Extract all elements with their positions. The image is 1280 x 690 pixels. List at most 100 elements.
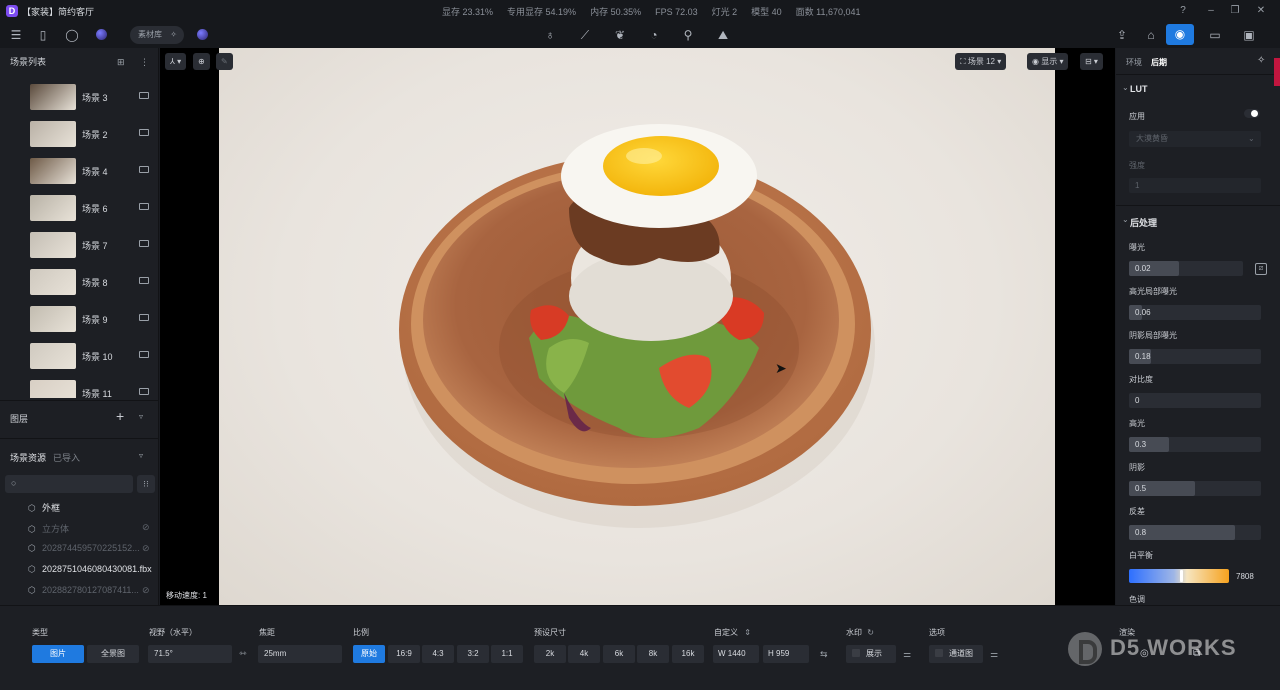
ratio-1-1-button[interactable]: 1:1 <box>491 645 523 663</box>
leaf-icon[interactable]: ❦ <box>612 27 628 43</box>
preset-6k-button[interactable]: 6k <box>603 645 635 663</box>
scene-item[interactable]: 场景 3 <box>0 80 159 117</box>
camera-icon[interactable] <box>139 314 149 321</box>
add-scene-icon[interactable]: ⊞ <box>117 48 125 76</box>
assistant-orb-icon[interactable] <box>197 29 208 40</box>
package-icon[interactable]: ⌂ <box>1143 27 1159 43</box>
param-slider[interactable]: 0.8 <box>1129 525 1261 540</box>
asset-item[interactable]: ⬡ 202875104608043008​1.fbx <box>28 564 152 575</box>
tab-environment[interactable]: 环境 <box>1126 57 1142 68</box>
param-slider[interactable]: 0.18 <box>1129 349 1261 364</box>
scene-item[interactable]: 场景 11 <box>0 376 159 398</box>
width-input[interactable]: W 1440 <box>713 645 759 663</box>
help-icon[interactable]: ? <box>1176 4 1190 18</box>
asset-item[interactable]: ⬡ 202882780127087411... ⊘ <box>28 585 150 596</box>
scene-select[interactable]: ⛶ 场景 12 ▾ <box>955 53 1007 70</box>
scene-item[interactable]: 场景 6 <box>0 191 159 228</box>
preset-16k-button[interactable]: 16k <box>672 645 704 663</box>
channel-map-checkbox[interactable]: 通道图 <box>929 645 983 663</box>
scene-item[interactable]: 场景 4 <box>0 154 159 191</box>
video-icon[interactable]: ▭ <box>1207 27 1223 43</box>
hidden-eye-icon[interactable]: ⊘ <box>142 522 150 533</box>
focal-input[interactable]: 25mm <box>258 645 342 663</box>
scene-item[interactable]: 场景 9 <box>0 302 159 339</box>
display-dropdown[interactable]: ◉ 显示 ▾ <box>1027 53 1069 70</box>
ratio-original-button[interactable]: 原始 <box>353 645 385 663</box>
asset-search-input[interactable]: ○ <box>5 475 133 493</box>
preset-4k-button[interactable]: 4k <box>568 645 600 663</box>
render-preview-image[interactable]: ➤ <box>219 48 1055 605</box>
ratio-16-9-button[interactable]: 16:9 <box>388 645 420 663</box>
light-bulb-icon[interactable]: ♁ <box>542 27 558 43</box>
chat-icon[interactable]: ◯ <box>64 27 80 43</box>
asset-item[interactable]: ⬡ 立方体 ⊘ <box>28 522 150 535</box>
magic-icon[interactable]: ✧ <box>1257 55 1265 66</box>
ai-orb-icon[interactable] <box>96 29 107 40</box>
ratio-3-2-button[interactable]: 3:2 <box>457 645 489 663</box>
post-chevron-icon[interactable]: ⌄ <box>1122 215 1129 224</box>
preset-8k-button[interactable]: 8k <box>637 645 669 663</box>
share-icon[interactable]: ⇪ <box>1114 27 1130 43</box>
scene-item[interactable]: 场景 10 <box>0 339 159 376</box>
more-icon[interactable]: ⋮ <box>140 48 149 76</box>
render-viewport[interactable]: ➤ ⅄ ▾ ⊕ ✎ ⛶ 场景 12 ▾ ◉ 显示 ▾ ⊟ ▾ 移动速度: 1 <box>160 48 1115 605</box>
fov-input[interactable]: 71.5° <box>148 645 232 663</box>
swap-dimensions-icon[interactable]: ⇆ <box>820 649 828 660</box>
camera-icon[interactable] <box>139 240 149 247</box>
library-button[interactable]: 素材库 ✧ <box>130 26 184 44</box>
edit-icon[interactable]: ✎ <box>216 53 233 70</box>
drop-icon[interactable]: ◔ <box>646 27 662 43</box>
imported-tab[interactable]: 已导入 <box>53 451 80 464</box>
type-photo-button[interactable]: 图片 <box>32 645 84 663</box>
param-slider[interactable]: 0.02 <box>1129 261 1243 276</box>
watermark-show-checkbox[interactable]: 展示 <box>846 645 896 663</box>
overlay-dropdown[interactable]: ⊟ ▾ <box>1080 53 1103 70</box>
collapse-assets-icon[interactable]: ▿ <box>139 451 143 460</box>
camera-icon[interactable] <box>139 166 149 173</box>
minimize-icon[interactable]: – <box>1204 4 1218 18</box>
param-slider[interactable]: 0 <box>1129 393 1261 408</box>
sort-icon[interactable]: ⇕ <box>744 628 751 637</box>
camera-icon[interactable] <box>139 92 149 99</box>
hidden-eye-icon[interactable]: ⊘ <box>142 543 150 554</box>
type-panorama-button[interactable]: 全景图 <box>87 645 139 663</box>
lut-chevron-icon[interactable]: ⌄ <box>1122 83 1129 92</box>
asset-item[interactable]: ⬡ 202874459570225152... ⊘ <box>28 543 150 554</box>
watermark-settings-icon[interactable]: ⚌ <box>903 649 911 660</box>
close-icon[interactable]: ✕ <box>1254 4 1268 18</box>
assets-tab[interactable]: 场景资源 <box>10 451 46 464</box>
file-icon[interactable]: ▯ <box>35 27 51 43</box>
param-slider[interactable]: 0.5 <box>1129 481 1261 496</box>
ratio-4-3-button[interactable]: 4:3 <box>422 645 454 663</box>
options-settings-icon[interactable]: ⚌ <box>990 649 998 660</box>
grid-view-icon[interactable]: ⁝⁝ <box>137 475 155 493</box>
add-layer-icon[interactable]: + <box>116 408 124 424</box>
refresh-icon[interactable]: ↻ <box>867 628 874 637</box>
lut-apply-toggle[interactable] <box>1244 109 1260 118</box>
scene-item[interactable]: 场景 8 <box>0 265 159 302</box>
menu-icon[interactable]: ☰ <box>8 27 24 43</box>
gallery-icon[interactable]: ▣ <box>1241 27 1257 43</box>
param-slider[interactable]: 0.06 <box>1129 305 1261 320</box>
camera-icon[interactable] <box>139 129 149 136</box>
globe-icon[interactable]: ⊕ <box>193 53 210 70</box>
maximize-icon[interactable]: ❐ <box>1228 4 1242 18</box>
brush-icon[interactable]: ⚲ <box>680 27 696 43</box>
tab-post[interactable]: 后期 <box>1151 57 1167 68</box>
collapse-layers-icon[interactable]: ▿ <box>139 412 143 421</box>
scene-item[interactable]: 场景 2 <box>0 117 159 154</box>
lut-preset-select[interactable]: 大漠黄昏 ⌄ <box>1129 131 1261 147</box>
fov-lock-icon[interactable]: ⇿ <box>239 648 247 659</box>
hidden-eye-icon[interactable]: ⊘ <box>142 585 150 596</box>
preset-2k-button[interactable]: 2k <box>534 645 566 663</box>
scene-item[interactable]: 场景 7 <box>0 228 159 265</box>
param-slider[interactable]: 0.3 <box>1129 437 1261 452</box>
asset-item[interactable]: ⬡ 外框 <box>28 501 60 514</box>
photo-mode-camera-icon[interactable]: ◉ <box>1166 24 1194 45</box>
slider-handle[interactable] <box>1180 570 1183 582</box>
auto-exposure-icon[interactable]: ⧄ <box>1255 263 1267 275</box>
lut-strength-input[interactable]: 1 <box>1129 178 1261 193</box>
path-icon[interactable]: ⟋ <box>577 27 593 43</box>
terrain-icon[interactable]: ⛰ <box>715 27 731 43</box>
camera-icon[interactable] <box>139 277 149 284</box>
